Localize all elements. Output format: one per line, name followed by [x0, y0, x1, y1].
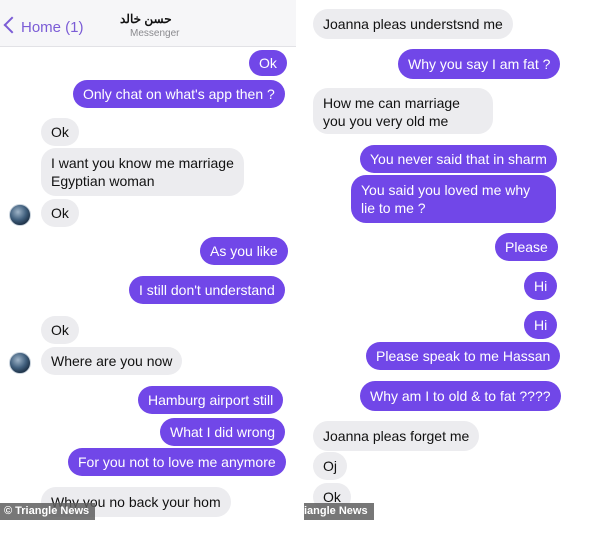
message-bubble-outgoing: Why am I to old & to fat ???? — [360, 381, 561, 411]
contact-avatar[interactable] — [9, 352, 31, 374]
message-bubble-incoming: Joanna pleas forget me — [313, 421, 480, 451]
message-bubble-outgoing: Hi — [524, 311, 558, 339]
message-bubble-incoming: Ok — [41, 199, 79, 227]
message-bubble-incoming: Where are you now — [41, 347, 183, 375]
contact-name: حسن خالد — [120, 12, 172, 26]
message-bubble-incoming: I want you know me marriage Egyptian wom… — [41, 148, 244, 196]
message-bubble-outgoing: Please speak to me Hassan — [366, 342, 561, 370]
message-bubble-outgoing: For you not to love me anymore — [68, 448, 286, 476]
back-home-button[interactable]: Home (1) — [21, 19, 84, 36]
message-bubble-incoming: Ok — [41, 316, 79, 344]
message-bubble-outgoing: You said you loved me why lie to me ? — [351, 175, 556, 223]
panel-divider — [296, 0, 304, 559]
message-bubble-incoming: Joanna pleas understsnd me — [313, 9, 513, 39]
right-chat-screenshot: Joanna pleas understsnd me Why you say I… — [304, 0, 600, 559]
message-bubble-outgoing: What I did wrong — [160, 418, 286, 446]
message-bubble-outgoing: Please — [495, 233, 558, 261]
contact-avatar[interactable] — [9, 204, 31, 226]
message-bubble-outgoing: Why you say I am fat ? — [398, 49, 561, 79]
message-bubble-outgoing: As you like — [200, 237, 288, 265]
message-bubble-outgoing: Hamburg airport still — [138, 386, 284, 414]
message-bubble-outgoing: Hi — [524, 272, 558, 300]
contact-subtitle: Messenger — [130, 28, 180, 39]
message-bubble-outgoing: Ok — [249, 50, 287, 76]
message-bubble-incoming: Oj — [313, 452, 347, 480]
watermark-label: iangle News — [304, 503, 374, 520]
left-chat-screenshot: Home (1) حسن خالد Messenger Ok Only chat… — [0, 0, 296, 559]
message-bubble-outgoing: I still don't understand — [129, 276, 285, 304]
message-bubble-incoming: How me can marriage you you very old me — [313, 88, 493, 134]
watermark-label: © Triangle News — [0, 503, 96, 520]
message-bubble-outgoing: You never said that in sharm — [360, 145, 557, 173]
message-bubble-incoming: Ok — [41, 118, 79, 146]
message-bubble-outgoing: Only chat on what's app then ? — [73, 80, 285, 108]
chevron-left-icon[interactable] — [3, 16, 21, 34]
chat-header: Home (1) حسن خالد Messenger — [0, 0, 296, 47]
